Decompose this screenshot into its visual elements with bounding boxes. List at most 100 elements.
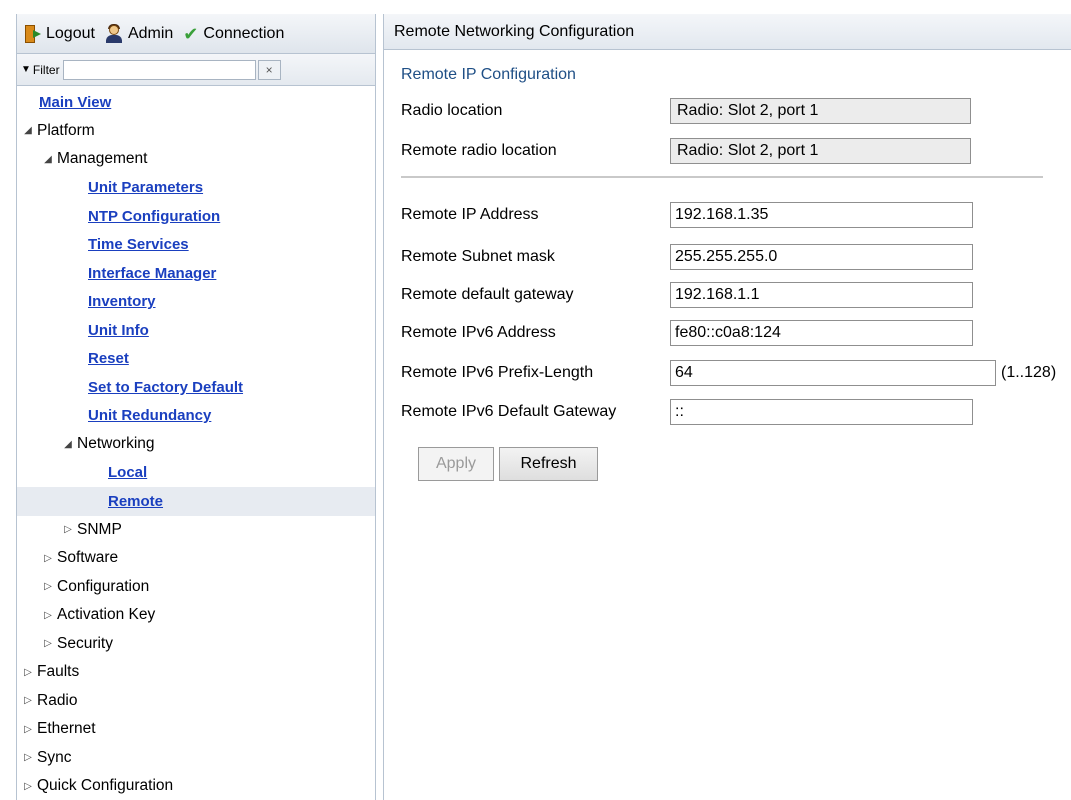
- tree-item-platform[interactable]: ◢ Platform: [17, 117, 375, 146]
- filter-toggle[interactable]: ▼ Filter: [21, 63, 60, 77]
- expanded-triangle-icon[interactable]: ◢: [62, 439, 74, 450]
- remote-ipv6-label: Remote IPv6 Address: [401, 324, 556, 341]
- collapsed-triangle-icon[interactable]: ▷: [42, 638, 54, 649]
- section-divider: [401, 176, 1043, 178]
- collapsed-triangle-icon[interactable]: ▷: [42, 610, 54, 621]
- remote-link[interactable]: Remote: [108, 493, 163, 510]
- apply-button[interactable]: Apply: [418, 447, 494, 481]
- remote-gateway-input[interactable]: [670, 282, 973, 308]
- remote-ipv6-prefix-input[interactable]: [670, 360, 996, 386]
- section-title: Remote IP Configuration: [401, 66, 576, 83]
- tree-item-software[interactable]: ▷ Software: [17, 544, 375, 573]
- tree-item-unit-parameters[interactable]: Unit Parameters: [17, 174, 375, 203]
- ethernet-label: Ethernet: [37, 720, 96, 738]
- faults-label: Faults: [37, 663, 80, 681]
- filter-label: Filter: [32, 62, 60, 77]
- remote-ipv6-gateway-row: Remote IPv6 Default Gateway: [401, 399, 671, 425]
- tree-item-activation-key[interactable]: ▷ Activation Key: [17, 601, 375, 630]
- expanded-triangle-icon[interactable]: ◢: [42, 154, 54, 165]
- tree-item-interface-manager[interactable]: Interface Manager: [17, 259, 375, 288]
- clear-filter-button[interactable]: ×: [257, 59, 281, 80]
- local-link[interactable]: Local: [108, 464, 147, 481]
- tree-item-faults[interactable]: ▷ Faults: [17, 658, 375, 687]
- page-title: Remote Networking Configuration: [394, 22, 635, 40]
- remote-ip-input[interactable]: [670, 202, 973, 228]
- content-panel: Remote Networking Configuration Remote I…: [383, 14, 1071, 800]
- remote-gateway-label: Remote default gateway: [401, 286, 574, 303]
- navigation-panel: Logout Admin ✔ Connection ▼ Filter × Mai…: [16, 14, 376, 800]
- remote-subnet-label: Remote Subnet mask: [401, 248, 555, 265]
- radio-location-row: Radio location: [401, 98, 671, 124]
- remote-ip-row: Remote IP Address: [401, 202, 671, 228]
- tree-item-security[interactable]: ▷ Security: [17, 630, 375, 659]
- filter-bar: ▼ Filter ×: [17, 54, 375, 86]
- collapsed-triangle-icon[interactable]: ▷: [22, 695, 34, 706]
- time-services-link[interactable]: Time Services: [88, 236, 189, 253]
- radio-location-label: Radio location: [401, 102, 503, 119]
- tree-item-snmp[interactable]: ▷ SNMP: [17, 516, 375, 545]
- remote-ipv6-gateway-label: Remote IPv6 Default Gateway: [401, 403, 617, 420]
- tree-item-quick-configuration[interactable]: ▷ Quick Configuration: [17, 772, 375, 800]
- tree-item-configuration[interactable]: ▷ Configuration: [17, 573, 375, 602]
- tree-item-networking[interactable]: ◢ Networking: [17, 430, 375, 459]
- user-icon: [105, 23, 123, 43]
- tree-item-remote[interactable]: Remote: [17, 487, 375, 516]
- tree-item-main-view[interactable]: Main View: [17, 88, 375, 117]
- admin-button[interactable]: Admin: [105, 23, 174, 43]
- checkmark-icon: ✔: [183, 23, 199, 44]
- ntp-configuration-link[interactable]: NTP Configuration: [88, 208, 220, 225]
- radio-label: Radio: [37, 691, 78, 709]
- management-label: Management: [57, 150, 148, 168]
- tree-item-reset[interactable]: Reset: [17, 345, 375, 374]
- remote-ipv6-gateway-input[interactable]: [670, 399, 973, 425]
- connection-button[interactable]: ✔ Connection: [183, 25, 284, 43]
- collapsed-triangle-icon[interactable]: ▷: [42, 581, 54, 592]
- tree-item-unit-redundancy[interactable]: Unit Redundancy: [17, 402, 375, 431]
- remote-subnet-input[interactable]: [670, 244, 973, 270]
- tree-item-inventory[interactable]: Inventory: [17, 288, 375, 317]
- tree-item-time-services[interactable]: Time Services: [17, 231, 375, 260]
- reset-link[interactable]: Reset: [88, 350, 129, 367]
- interface-manager-link[interactable]: Interface Manager: [88, 265, 216, 282]
- platform-label: Platform: [37, 121, 95, 139]
- filter-input[interactable]: [62, 59, 256, 80]
- collapsed-triangle-icon[interactable]: ▷: [42, 553, 54, 564]
- collapsed-triangle-icon[interactable]: ▷: [22, 781, 34, 792]
- tree-item-unit-info[interactable]: Unit Info: [17, 316, 375, 345]
- tree-item-ntp-configuration[interactable]: NTP Configuration: [17, 202, 375, 231]
- remote-radio-location-field: Radio: Slot 2, port 1: [670, 138, 971, 164]
- tree-item-radio[interactable]: ▷ Radio: [17, 687, 375, 716]
- logout-button[interactable]: Logout: [25, 24, 95, 43]
- radio-location-field: Radio: Slot 2, port 1: [670, 98, 971, 124]
- top-toolbar: Logout Admin ✔ Connection: [17, 14, 375, 54]
- unit-info-link[interactable]: Unit Info: [88, 322, 149, 339]
- tree-item-set-to-factory-default[interactable]: Set to Factory Default: [17, 373, 375, 402]
- remote-ipv6-input[interactable]: [670, 320, 973, 346]
- refresh-button[interactable]: Refresh: [499, 447, 598, 481]
- unit-parameters-link[interactable]: Unit Parameters: [88, 179, 203, 196]
- sync-label: Sync: [37, 748, 72, 766]
- tree-item-sync[interactable]: ▷ Sync: [17, 744, 375, 773]
- inventory-link[interactable]: Inventory: [88, 293, 156, 310]
- collapsed-triangle-icon[interactable]: ▷: [22, 724, 34, 735]
- collapsed-triangle-icon[interactable]: ▷: [22, 667, 34, 678]
- tree-item-local[interactable]: Local: [17, 459, 375, 488]
- connection-label: Connection: [203, 24, 285, 42]
- configuration-label: Configuration: [57, 577, 150, 595]
- unit-redundancy-link[interactable]: Unit Redundancy: [88, 407, 211, 424]
- collapsed-triangle-icon[interactable]: ▷: [22, 752, 34, 763]
- expanded-triangle-icon[interactable]: ◢: [22, 125, 34, 136]
- set-to-factory-default-link[interactable]: Set to Factory Default: [88, 379, 243, 396]
- tree-item-ethernet[interactable]: ▷ Ethernet: [17, 715, 375, 744]
- remote-radio-location-label: Remote radio location: [401, 142, 557, 159]
- quick-configuration-label: Quick Configuration: [37, 777, 174, 795]
- remote-subnet-row: Remote Subnet mask: [401, 244, 671, 270]
- main-view-link[interactable]: Main View: [39, 94, 111, 111]
- collapsed-triangle-icon[interactable]: ▷: [62, 524, 74, 535]
- activation-key-label: Activation Key: [57, 606, 156, 624]
- close-icon: ×: [265, 62, 273, 77]
- triangle-down-icon: ▼: [21, 64, 31, 75]
- tree-item-management[interactable]: ◢ Management: [17, 145, 375, 174]
- admin-label: Admin: [127, 24, 174, 42]
- remote-ipv6-prefix-row: Remote IPv6 Prefix-Length: [401, 360, 671, 386]
